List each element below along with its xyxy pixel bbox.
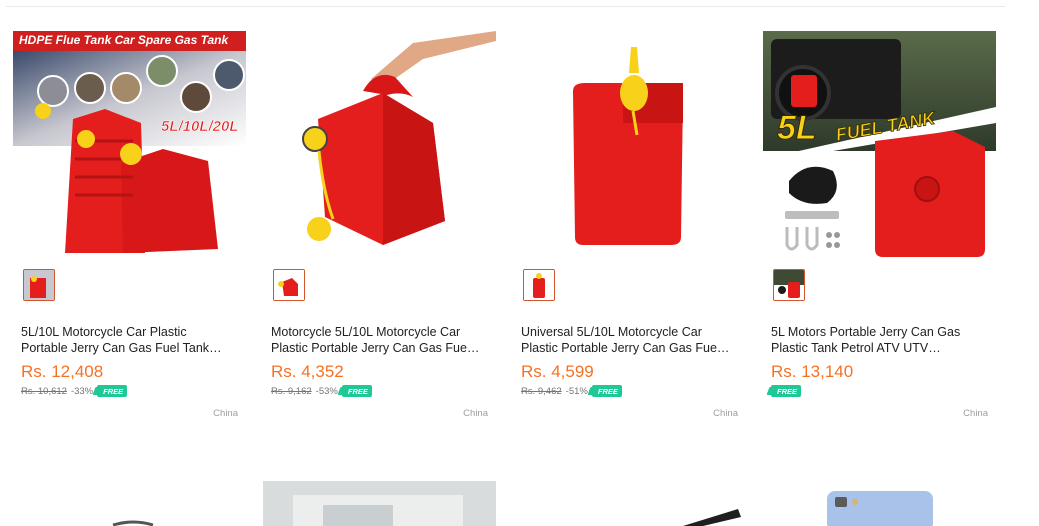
price-meta: Rs. 9,162 -53% FREE xyxy=(271,385,372,397)
ship-from-country: China xyxy=(713,408,738,419)
discount-percent: -53% xyxy=(315,385,338,397)
banner-sizes-text: 5L/10L/20L xyxy=(161,118,239,135)
top-divider xyxy=(6,6,1005,7)
free-shipping-badge: FREE xyxy=(97,385,128,397)
price-meta: Rs. 10,612 -33% FREE xyxy=(21,385,128,397)
ship-from-country: China xyxy=(463,408,488,419)
free-shipping-badge: FREE xyxy=(771,385,802,397)
product-card-partial[interactable] xyxy=(513,481,746,526)
product-image[interactable]: 5L/10L/20L HDPE Flue Tank Car Spare Gas … xyxy=(13,31,246,260)
product-price: Rs. 4,599 xyxy=(521,362,594,381)
product-card[interactable]: 5L FUEL TANK 5L Motors Portable Jerry Ca… xyxy=(763,31,996,431)
product-title[interactable]: Motorcycle 5L/10L Motorcycle Car Plastic… xyxy=(271,324,481,356)
product-image[interactable] xyxy=(263,31,496,260)
product-price: Rs. 12,408 xyxy=(21,362,104,381)
banner-5l-text: 5L xyxy=(777,109,817,147)
variant-thumbnail[interactable] xyxy=(523,269,555,301)
product-card[interactable]: Universal 5L/10L Motorcycle Car Plastic … xyxy=(513,31,746,431)
price-meta: Rs. 9,462 -51% FREE xyxy=(521,385,622,397)
product-price: Rs. 4,352 xyxy=(271,362,344,381)
original-price: Rs. 9,462 xyxy=(521,385,562,397)
variant-thumbnail[interactable] xyxy=(23,269,55,301)
ship-from-country: China xyxy=(213,408,238,419)
product-price: Rs. 13,140 xyxy=(771,362,854,381)
product-image[interactable] xyxy=(513,31,746,260)
product-card[interactable]: Motorcycle 5L/10L Motorcycle Car Plastic… xyxy=(263,31,496,431)
product-card-partial[interactable] xyxy=(763,481,996,526)
product-card-partial[interactable] xyxy=(13,481,246,526)
product-title[interactable]: Universal 5L/10L Motorcycle Car Plastic … xyxy=(521,324,731,356)
free-shipping-badge: FREE xyxy=(341,385,372,397)
product-image[interactable]: 5L FUEL TANK xyxy=(763,31,996,260)
variant-thumbnail[interactable] xyxy=(273,269,305,301)
banner-title-text: HDPE Flue Tank Car Spare Gas Tank xyxy=(19,33,229,47)
discount-percent: -33% xyxy=(70,385,94,397)
variant-thumbnail[interactable] xyxy=(773,269,805,301)
product-title[interactable]: 5L/10L Motorcycle Car Plastic Portable J… xyxy=(21,324,231,356)
original-price: Rs. 9,162 xyxy=(271,385,312,397)
product-card-partial[interactable] xyxy=(263,481,496,526)
original-price: Rs. 10,612 xyxy=(21,385,67,397)
discount-percent: -51% xyxy=(565,385,588,397)
price-meta: FREE xyxy=(771,385,802,397)
product-title[interactable]: 5L Motors Portable Jerry Can Gas Plastic… xyxy=(771,324,981,356)
product-card[interactable]: 5L/10L/20L HDPE Flue Tank Car Spare Gas … xyxy=(13,31,246,431)
free-shipping-badge: FREE xyxy=(591,385,622,397)
ship-from-country: China xyxy=(963,408,988,419)
